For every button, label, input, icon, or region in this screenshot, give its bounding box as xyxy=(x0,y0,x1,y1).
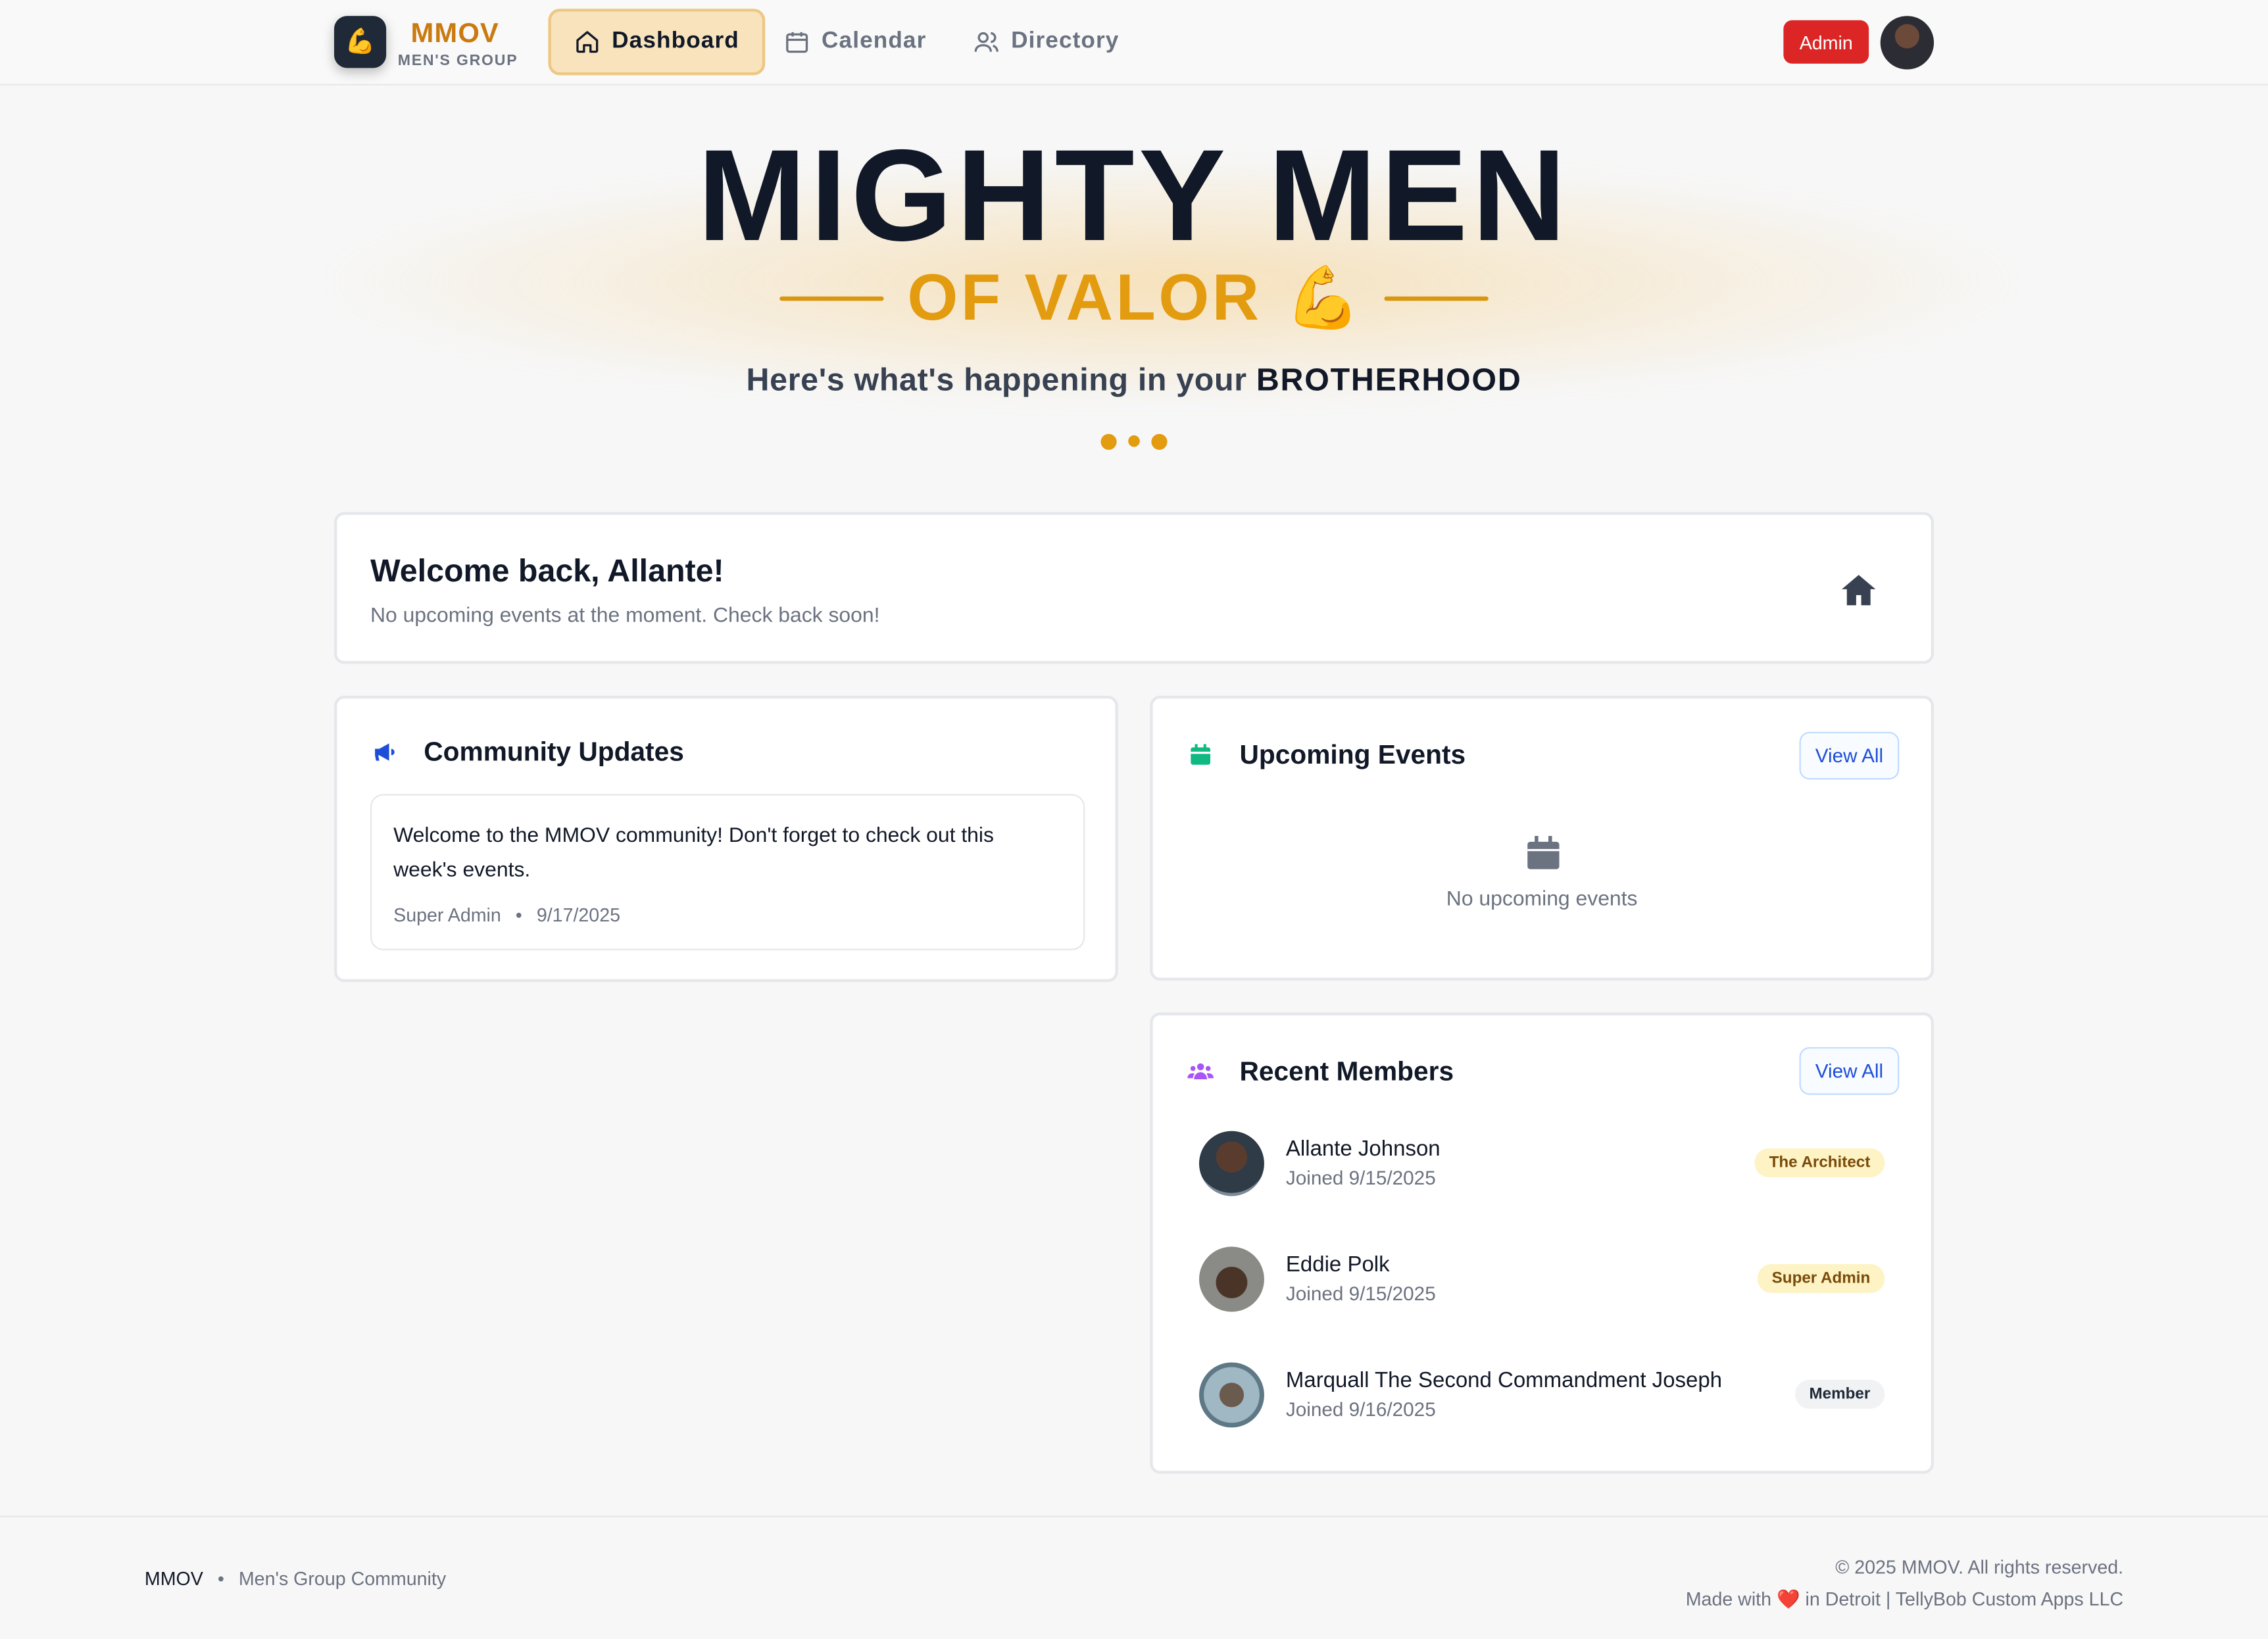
card-title: Upcoming Events xyxy=(1239,739,1466,770)
member-joined: Joined 9/15/2025 xyxy=(1285,1283,1436,1305)
upcoming-events-card: Upcoming Events View All No upcoming eve… xyxy=(1150,695,1935,981)
brand-name[interactable]: MMOV xyxy=(411,19,499,51)
empty-events-text: No upcoming events xyxy=(1446,888,1638,912)
tab-directory[interactable]: Directory xyxy=(950,9,1143,75)
community-updates-card: Community Updates Welcome to the MMOV co… xyxy=(333,695,1118,983)
footer: MMOV • Men's Group Community © 2025 MMOV… xyxy=(0,1515,2268,1639)
hero-tagline: Here's what's happening in your BROTHERH… xyxy=(0,362,2268,399)
role-badge: Super Admin xyxy=(1757,1263,1885,1293)
hero-subtitle-text: OF VALOR xyxy=(907,260,1262,334)
flexed-arm-emoji: 💪 xyxy=(345,27,376,55)
footer-brand: MMOV • Men's Group Community xyxy=(145,1568,446,1590)
role-badge: Member xyxy=(1794,1379,1885,1409)
post-date: 9/17/2025 xyxy=(536,904,621,926)
member-avatar xyxy=(1198,1246,1264,1312)
card-title: Recent Members xyxy=(1239,1056,1454,1087)
member-row[interactable]: Eddie Polk Joined 9/15/2025 Super Admin xyxy=(1198,1246,1894,1313)
update-post[interactable]: Welcome to the MMOV community! Don't for… xyxy=(370,794,1085,950)
divider xyxy=(1383,295,1489,301)
welcome-title: Welcome back, Allante! xyxy=(370,552,724,589)
home-icon xyxy=(576,31,599,53)
welcome-card: Welcome back, Allante! No upcoming event… xyxy=(333,512,1935,664)
tab-label: Dashboard xyxy=(612,28,739,54)
user-avatar[interactable] xyxy=(1880,16,1935,70)
flexed-arm-emoji: 💪 xyxy=(1285,262,1361,331)
member-joined: Joined 9/15/2025 xyxy=(1285,1167,1436,1189)
megaphone-icon xyxy=(375,743,395,761)
made-prefix: Made with xyxy=(1685,1588,1777,1610)
welcome-message: No upcoming events at the moment. Check … xyxy=(370,604,880,628)
role-badge: The Architect xyxy=(1754,1148,1885,1177)
footer-brand-name: MMOV xyxy=(144,1567,203,1590)
tab-dashboard[interactable]: Dashboard xyxy=(548,9,766,76)
users-icon xyxy=(974,32,998,52)
admin-button[interactable]: Admin xyxy=(1783,20,1869,64)
post-text: Welcome to the MMOV community! Don't for… xyxy=(393,824,994,883)
view-all-members-button[interactable]: View All xyxy=(1799,1047,1900,1095)
divider xyxy=(779,295,885,301)
member-name: Allante Johnson xyxy=(1285,1137,1441,1162)
copyright: © 2025 MMOV. All rights reserved. xyxy=(1835,1556,2124,1578)
dot xyxy=(1100,433,1117,449)
recent-members-card: Recent Members View All Allante Johnson … xyxy=(1150,1012,1935,1474)
tab-calendar[interactable]: Calendar xyxy=(761,9,950,75)
member-avatar xyxy=(1198,1131,1264,1196)
tab-label: Calendar xyxy=(822,28,927,54)
post-meta: Super Admin • 9/17/2025 xyxy=(393,904,620,925)
card-header: Community Updates xyxy=(372,736,684,768)
post-author: Super Admin xyxy=(393,904,501,926)
logo-icon[interactable]: 💪 xyxy=(333,16,387,68)
member-avatar xyxy=(1198,1362,1264,1428)
heart-icon: ❤️ xyxy=(1776,1588,1800,1610)
calendar-icon xyxy=(786,32,808,53)
hero-dots xyxy=(0,431,2268,451)
tagline-bold: BROTHERHOOD xyxy=(1256,361,1522,398)
separator: • xyxy=(217,1567,224,1590)
member-row[interactable]: Marquall The Second Commandment Joseph J… xyxy=(1198,1362,1894,1429)
calendar-icon xyxy=(1527,836,1560,869)
made-suffix: in Detroit | TellyBob Custom Apps LLC xyxy=(1800,1588,2124,1610)
member-row[interactable]: Allante Johnson Joined 9/15/2025 The Arc… xyxy=(1198,1131,1894,1198)
view-all-events-button[interactable]: View All xyxy=(1799,731,1900,780)
home-icon xyxy=(1842,575,1876,606)
card-title: Community Updates xyxy=(424,736,684,767)
tab-label: Directory xyxy=(1011,28,1120,54)
made-with: Made with ❤️ in Detroit | TellyBob Custo… xyxy=(1686,1584,2123,1615)
dot xyxy=(1151,433,1168,449)
footer-description: Men's Group Community xyxy=(238,1567,447,1590)
tagline-prefix: Here's what's happening in your xyxy=(746,361,1256,398)
member-name: Eddie Polk xyxy=(1285,1252,1390,1277)
card-header: Recent Members xyxy=(1187,1056,1454,1087)
calendar-icon xyxy=(1191,744,1211,765)
brand-subtitle: MEN'S GROUP xyxy=(397,52,518,70)
hero-title: MIGHTY MEN xyxy=(697,124,1571,270)
top-nav: 💪 MMOV MEN'S GROUP Dashboard Calendar Di… xyxy=(0,0,2268,86)
users-icon xyxy=(1187,1063,1214,1080)
footer-credits: © 2025 MMOV. All rights reserved. Made w… xyxy=(1686,1552,2123,1616)
dot xyxy=(1128,435,1140,447)
member-joined: Joined 9/16/2025 xyxy=(1285,1398,1436,1421)
separator: • xyxy=(515,904,522,926)
hero-subtitle: OF VALOR 💪 xyxy=(0,257,2268,338)
member-name: Marquall The Second Commandment Joseph xyxy=(1285,1368,1723,1393)
card-header: Upcoming Events xyxy=(1187,739,1466,771)
